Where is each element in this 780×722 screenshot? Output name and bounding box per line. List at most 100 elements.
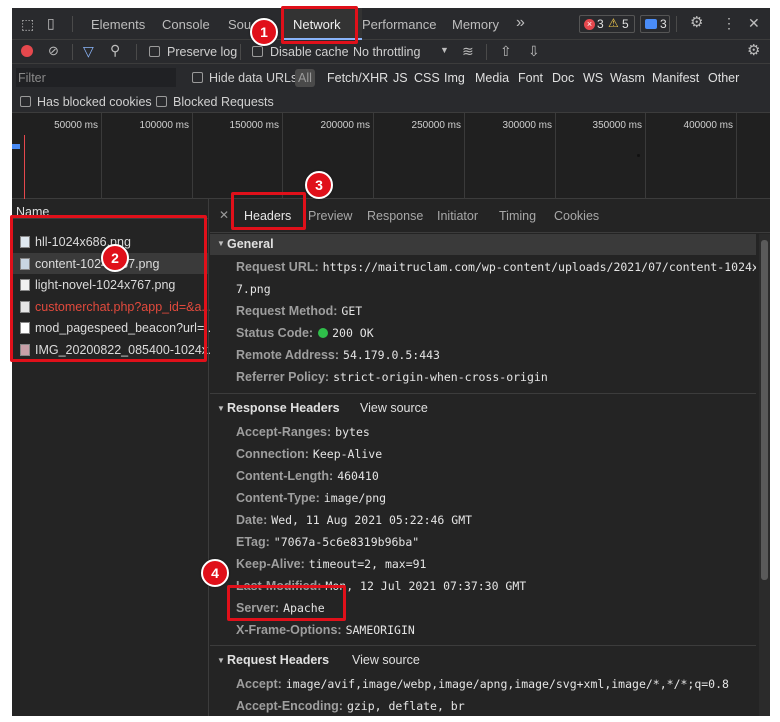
import-har-icon[interactable]: ⇧ bbox=[500, 44, 512, 58]
section-divider bbox=[210, 393, 756, 394]
filter-type-wasm[interactable]: Wasm bbox=[610, 71, 645, 85]
clear-icon[interactable]: ⊘ bbox=[48, 44, 59, 58]
tab-sources[interactable]: Sou bbox=[228, 17, 251, 32]
header-row: 7.png bbox=[236, 282, 271, 296]
header-row: Request Method: GET bbox=[236, 304, 363, 318]
timeline-gridline bbox=[645, 113, 646, 199]
hide-data-urls-label: Hide data URLs bbox=[209, 71, 298, 85]
tab-cookies[interactable]: Cookies bbox=[554, 209, 599, 223]
header-row: Connection: Keep-Alive bbox=[236, 447, 383, 461]
highlight-request-list bbox=[10, 215, 207, 362]
callout-4: 4 bbox=[201, 559, 229, 587]
highlight-network-tab bbox=[281, 6, 358, 44]
header-row: Referrer Policy: strict-origin-when-cross… bbox=[236, 370, 548, 384]
header-row: X-Frame-Options: SAMEORIGIN bbox=[236, 623, 415, 637]
blocked-requests-checkbox[interactable] bbox=[156, 96, 167, 107]
filter-type-js[interactable]: JS bbox=[393, 71, 408, 85]
tab-memory[interactable]: Memory bbox=[452, 17, 499, 32]
disable-cache-label: Disable cache bbox=[270, 45, 349, 59]
issues-badge[interactable]: × 3 ⚠ 5 bbox=[579, 15, 635, 33]
timeline-tick-label: 200000 ms bbox=[320, 120, 370, 131]
throttling-select[interactable]: No throttling bbox=[353, 45, 420, 59]
device-toolbar-icon[interactable]: ▯ bbox=[47, 16, 55, 30]
disable-cache-checkbox[interactable] bbox=[252, 46, 263, 57]
timeline-load-marker bbox=[24, 135, 25, 199]
filter-type-manifest[interactable]: Manifest bbox=[652, 71, 699, 85]
tab-response[interactable]: Response bbox=[367, 209, 423, 223]
response-view-source-link[interactable]: View source bbox=[360, 401, 428, 415]
has-blocked-cookies-checkbox[interactable] bbox=[20, 96, 31, 107]
filter-type-ws[interactable]: WS bbox=[583, 71, 603, 85]
timeline-tick-label: 350000 ms bbox=[592, 120, 642, 131]
header-row: Status Code: 200 OK bbox=[236, 326, 374, 340]
devtools-panel: ⬚ ▯ Elements Console Sou Network Perform… bbox=[12, 8, 770, 716]
blocked-filter-bar: Has blocked cookies Blocked Requests bbox=[12, 91, 770, 113]
settings-gear-icon[interactable]: ⚙ bbox=[690, 15, 703, 30]
filter-type-doc[interactable]: Doc bbox=[552, 71, 574, 85]
timeline-gridline bbox=[282, 113, 283, 199]
timeline-tick-label: 150000 ms bbox=[229, 120, 279, 131]
tab-initiator[interactable]: Initiator bbox=[437, 209, 478, 223]
filter-type-img[interactable]: Img bbox=[444, 71, 465, 85]
filter-funnel-icon[interactable]: ▽ bbox=[83, 44, 94, 58]
filter-type-fetch-xhr[interactable]: Fetch/XHR bbox=[327, 71, 388, 85]
close-details-icon[interactable]: ✕ bbox=[219, 208, 229, 222]
timeline-gridline bbox=[373, 113, 374, 199]
divider bbox=[240, 44, 241, 60]
status-ok-icon bbox=[318, 328, 329, 338]
filter-type-font[interactable]: Font bbox=[518, 71, 543, 85]
filter-type-other[interactable]: Other bbox=[708, 71, 739, 85]
network-toolbar: ⊘ ▽ ⚲ Preserve log Disable cache No thro… bbox=[12, 40, 770, 64]
timeline-tick-label: 50000 ms bbox=[54, 120, 98, 131]
divider bbox=[136, 44, 137, 60]
filter-placeholder: Filter bbox=[18, 71, 46, 85]
divider bbox=[676, 16, 677, 32]
close-icon[interactable]: ✕ bbox=[748, 16, 760, 30]
kebab-menu-icon[interactable]: ⋮ bbox=[722, 16, 736, 30]
hide-data-urls-checkbox[interactable] bbox=[192, 72, 203, 83]
callout-2: 2 bbox=[101, 244, 129, 272]
search-icon[interactable]: ⚲ bbox=[110, 43, 120, 57]
message-icon bbox=[645, 19, 657, 29]
timeline-tick-label: 400000 ms bbox=[683, 120, 733, 131]
section-divider bbox=[210, 645, 756, 646]
timeline-gridline bbox=[555, 113, 556, 199]
header-row: ETag: "7067a-5c6e8319b96ba" bbox=[236, 535, 420, 549]
divider bbox=[72, 44, 73, 60]
callout-1: 1 bbox=[250, 18, 278, 46]
header-row: Content-Type: image/png bbox=[236, 491, 387, 505]
tab-performance[interactable]: Performance bbox=[362, 17, 436, 32]
scrollbar-thumb[interactable] bbox=[761, 240, 768, 580]
filter-type-css[interactable]: CSS bbox=[414, 71, 440, 85]
callout-3: 3 bbox=[305, 171, 333, 199]
timeline-overview[interactable]: 50000 ms 100000 ms 150000 ms 200000 ms 2… bbox=[12, 113, 770, 199]
messages-badge[interactable]: 3 bbox=[640, 15, 670, 33]
export-har-icon[interactable]: ⇩ bbox=[528, 44, 540, 58]
inspect-element-icon[interactable]: ⬚ bbox=[21, 17, 34, 31]
timeline-tick-label: 250000 ms bbox=[411, 120, 461, 131]
highlight-server-header bbox=[227, 585, 346, 621]
response-headers-title[interactable]: Response Headers bbox=[227, 401, 340, 415]
timeline-tick-label: 100000 ms bbox=[139, 120, 189, 131]
record-icon[interactable] bbox=[21, 45, 33, 57]
tab-console[interactable]: Console bbox=[162, 17, 210, 32]
divider bbox=[486, 44, 487, 60]
network-conditions-icon[interactable]: ≋ bbox=[462, 44, 474, 58]
filter-input[interactable]: Filter bbox=[16, 68, 176, 87]
tab-elements[interactable]: Elements bbox=[91, 17, 145, 32]
filter-type-all-label: All bbox=[298, 71, 312, 85]
details-scrollbar[interactable] bbox=[759, 234, 770, 716]
filter-type-media[interactable]: Media bbox=[475, 71, 509, 85]
request-view-source-link[interactable]: View source bbox=[352, 653, 420, 667]
filter-type-all[interactable]: All bbox=[295, 69, 315, 87]
network-settings-gear-icon[interactable]: ⚙ bbox=[747, 43, 760, 58]
chevron-down-icon: ▼ bbox=[440, 45, 449, 55]
tab-preview[interactable]: Preview bbox=[308, 209, 352, 223]
more-tabs-icon[interactable]: » bbox=[516, 14, 525, 32]
preserve-log-checkbox[interactable] bbox=[149, 46, 160, 57]
request-headers-title[interactable]: Request Headers bbox=[227, 653, 329, 667]
header-row: Date: Wed, 11 Aug 2021 05:22:46 GMT bbox=[236, 513, 473, 527]
general-section-header[interactable] bbox=[210, 234, 756, 255]
header-row: Keep-Alive: timeout=2, max=91 bbox=[236, 557, 427, 571]
tab-timing[interactable]: Timing bbox=[499, 209, 536, 223]
